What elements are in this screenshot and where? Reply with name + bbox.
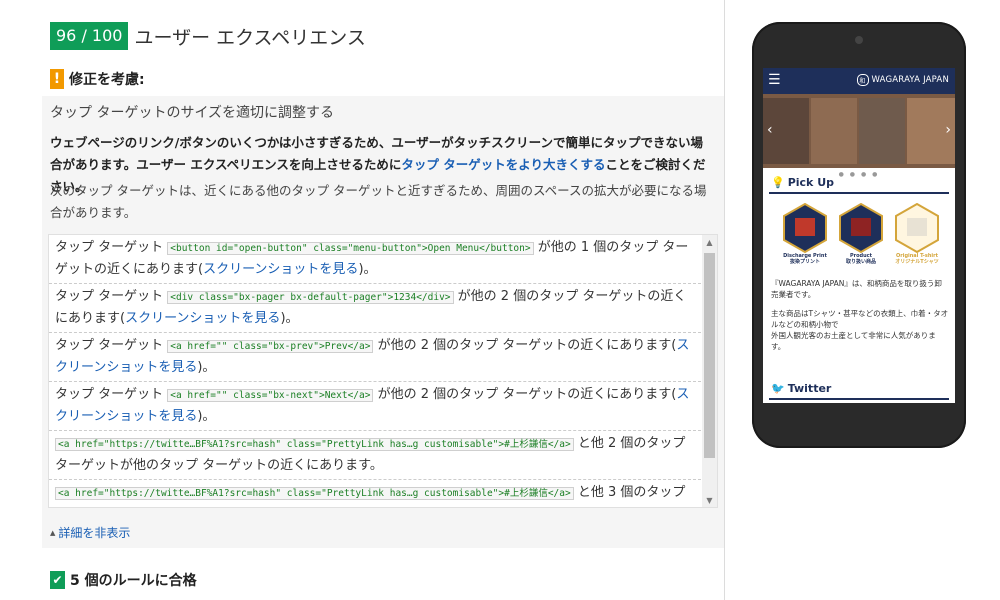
warning-icon: ! [50, 69, 64, 89]
site-header: ☰ 和 WAGARAYA JAPAN [763, 68, 955, 94]
hex-badge-discharge-print [783, 203, 827, 253]
hide-details-toggle[interactable]: ▲ 詳細を非表示 [50, 524, 130, 541]
screenshot-link[interactable]: スクリーンショットを見る [125, 311, 280, 326]
item-end: )。 [197, 409, 216, 424]
passed-rules-label[interactable]: 5 個のルールに合格 [70, 570, 197, 590]
desc-line: 外国人観光客のお土産として非常に人気があります。 [771, 331, 936, 351]
consider-fixing-header: ! 修正を考慮: [50, 68, 145, 90]
tap-target-list-items: タップ ターゲット <button id="open-button" class… [49, 235, 701, 507]
item-code: <a href="" class="bx-next">Next</a> [167, 389, 374, 402]
hide-details-label[interactable]: 詳細を非表示 [58, 524, 130, 541]
item-prefix: タップ ターゲット [55, 387, 168, 402]
slider-prev-icon: ‹ [767, 122, 773, 138]
pickup-label: Pick Up [787, 176, 835, 189]
menu-icon: ☰ [768, 72, 781, 88]
item-code: <a href="" class="bx-prev">Prev</a> [167, 340, 374, 353]
hex-badge-original-tshirt [895, 203, 939, 253]
score-badge: 96 / 100 [50, 22, 129, 50]
twitter-underline [769, 398, 949, 400]
item-prefix: タップ ターゲット [55, 338, 168, 353]
hex-label: Original T-shirt オリジナルTシャツ [895, 253, 939, 265]
tap-target-item: タップ ターゲット <a href="" class="bx-prev">Pre… [49, 333, 701, 382]
rule-detail: 次のタップ ターゲットは、近くにある他のタップ ターゲットと近すぎるため、周囲の… [50, 183, 707, 220]
item-code: <div class="bx-pager bx-default-pager">1… [167, 291, 454, 304]
desc-line: 主な商品はTシャツ・甚平などの衣類上、巾着・タオルなどの和柄小物で [771, 309, 949, 329]
score-header: 96 / 100 ユーザー エクスペリエンス [50, 22, 366, 50]
phone-camera [855, 36, 863, 44]
rule-panel: タップ ターゲットのサイズを適切に調整する ウェブページのリンク/ボタンのいくつ… [42, 96, 724, 548]
list-scrollbar[interactable]: ▲ ▼ [702, 235, 717, 507]
screenshot-link[interactable]: スクリーンショットを見る [203, 262, 358, 277]
score-category: ユーザー エクスペリエンス [134, 26, 366, 49]
brand-name: WAGARAYA JAPAN [871, 75, 949, 85]
item-code: <a href="https://twitte…BF%A1?src=hash" … [55, 438, 574, 451]
desc-line: 『WAGARAYA JAPAN』は、和柄商品を取り扱う卸売業者です。 [771, 279, 942, 299]
item-prefix: タップ ターゲット [55, 289, 168, 304]
tap-target-item: タップ ターゲット <a href="" class="bx-next">Nex… [49, 382, 701, 431]
scroll-up-icon[interactable]: ▲ [702, 235, 717, 249]
tap-target-item: タップ ターゲット <button id="open-button" class… [49, 235, 701, 284]
phone-preview: ☰ 和 WAGARAYA JAPAN ‹ › ● ● ● ● 💡 Pick Up [752, 22, 966, 448]
twitter-label: Twitter [787, 382, 832, 395]
bigger-tap-targets-link[interactable]: タップ ターゲットをより大きくする [401, 157, 605, 172]
item-code: <button id="open-button" class="menu-but… [167, 242, 534, 255]
twitter-icon: 🐦 [771, 382, 785, 395]
item-end: )。 [358, 262, 377, 277]
passed-rules-header[interactable]: ✔ 5 個のルールに合格 [50, 570, 197, 590]
pane-divider [724, 0, 725, 600]
results-pane: 96 / 100 ユーザー エクスペリエンス ! 修正を考慮: タップ ターゲッ… [0, 0, 724, 600]
item-prefix: タップ ターゲット [55, 240, 168, 255]
item-end: )。 [280, 311, 299, 326]
scroll-thumb[interactable] [704, 253, 715, 458]
collapse-triangle-icon: ▲ [50, 528, 56, 537]
pickup-underline [769, 192, 949, 194]
item-code: <a href="https://twitte…BF%A1?src=hash" … [55, 487, 574, 500]
image-slider: ‹ › [763, 94, 955, 168]
brand-logo-icon: 和 [856, 74, 869, 86]
twitter-heading: 🐦 Twitter [771, 382, 831, 395]
lightbulb-icon: 💡 [771, 176, 785, 189]
site-brand: 和 WAGARAYA JAPAN [856, 74, 950, 86]
slide-photo [859, 98, 905, 164]
slider-next-icon: › [945, 122, 951, 138]
item-suffix: が他の 2 個のタップ ターゲットの近くにあります( [373, 338, 677, 353]
phone-screen: ☰ 和 WAGARAYA JAPAN ‹ › ● ● ● ● 💡 Pick Up [763, 68, 955, 403]
pickup-heading: 💡 Pick Up [771, 176, 834, 189]
tap-target-item: <a href="https://twitte…BF%A1?src=hash" … [49, 431, 701, 480]
item-end: )。 [197, 360, 216, 375]
rule-title[interactable]: タップ ターゲットのサイズを適切に調整する [50, 102, 334, 122]
consider-fixing-label: 修正を考慮: [69, 72, 145, 88]
tap-target-item: タップ ターゲット <div class="bx-pager bx-defaul… [49, 284, 701, 333]
hex-badge-product [839, 203, 883, 253]
item-suffix: が他の 2 個のタップ ターゲットの近くにあります( [373, 387, 677, 402]
tap-target-item: <a href="https://twitte…BF%A1?src=hash" … [49, 480, 701, 507]
site-description: 『WAGARAYA JAPAN』は、和柄商品を取り扱う卸売業者です。 主な商品は… [771, 278, 949, 352]
tap-target-list[interactable]: タップ ターゲット <button id="open-button" class… [48, 234, 718, 508]
hex-label: Product 取り扱い商品 [845, 253, 876, 265]
slide-photo [811, 98, 857, 164]
check-icon: ✔ [50, 571, 65, 589]
pickup-items: Discharge Print 抜染プリント Product 取り扱い商品 Orig… [783, 203, 943, 265]
scroll-down-icon[interactable]: ▼ [702, 493, 717, 507]
hex-label: Discharge Print 抜染プリント [783, 253, 827, 265]
